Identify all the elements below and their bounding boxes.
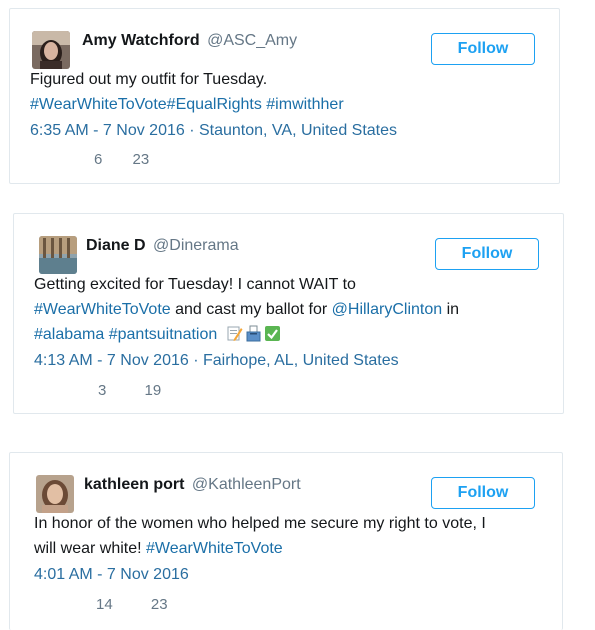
engagement-counts: 14 23 bbox=[96, 596, 168, 614]
tweet-text-line: will wear white! #WearWhiteToVote bbox=[34, 536, 538, 561]
user-handle[interactable]: @Dinerama bbox=[153, 237, 239, 254]
tweet-timestamp[interactable]: 6:35 AM - 7 Nov 2016 · Staunton, VA, Uni… bbox=[30, 121, 397, 141]
follow-button[interactable]: Follow bbox=[435, 238, 539, 270]
tweet-text-line: #WearWhiteToVote and cast my ballot for … bbox=[34, 297, 539, 322]
avatar[interactable] bbox=[32, 31, 70, 69]
user-handle[interactable]: @KathleenPort bbox=[192, 476, 301, 493]
tweet-text: In honor of the women who helped me secu… bbox=[34, 511, 538, 561]
ballot-box-icon bbox=[245, 325, 262, 342]
tweet-text-line: Getting excited for Tuesday! I cannot WA… bbox=[34, 272, 539, 297]
hashtag-link[interactable]: #WearWhiteToVote#EqualRights #imwithher bbox=[30, 96, 344, 113]
hashtag-link[interactable]: #alabama bbox=[34, 326, 104, 343]
text-run: In honor of the women who helped me secu… bbox=[34, 515, 486, 532]
tweet-text-line: #WearWhiteToVote#EqualRights #imwithher bbox=[30, 92, 535, 117]
avatar-photo-icon bbox=[39, 236, 77, 274]
engagement-counts: 6 23 bbox=[94, 151, 149, 169]
memo-pencil-icon bbox=[226, 325, 243, 342]
hashtag-link[interactable]: #WearWhiteToVote bbox=[34, 301, 171, 318]
display-name[interactable]: Amy Watchford bbox=[82, 32, 200, 49]
tweet-timestamp[interactable]: 4:13 AM - 7 Nov 2016 · Fairhope, AL, Uni… bbox=[34, 351, 399, 371]
tweet-text-line: In honor of the women who helped me secu… bbox=[34, 511, 538, 536]
like-count[interactable]: 23 bbox=[133, 151, 150, 169]
retweet-count[interactable]: 3 bbox=[98, 382, 106, 400]
text-run: will wear white! bbox=[34, 540, 147, 557]
engagement-counts: 3 19 bbox=[98, 382, 161, 400]
display-name[interactable]: kathleen port bbox=[84, 476, 184, 493]
tweet-timestamp[interactable]: 4:01 AM - 7 Nov 2016 bbox=[34, 565, 189, 585]
avatar-photo-icon bbox=[36, 475, 74, 513]
tweet-text-line: #alabama #pantsuitnation bbox=[34, 322, 539, 347]
text-run: in bbox=[442, 301, 460, 318]
text-run: Getting excited for Tuesday! I cannot WA… bbox=[34, 276, 356, 293]
follow-button[interactable]: Follow bbox=[431, 33, 535, 65]
like-count[interactable]: 19 bbox=[145, 382, 162, 400]
avatar[interactable] bbox=[36, 475, 74, 513]
tweet-text: Figured out my outfit for Tuesday. #Wear… bbox=[30, 67, 535, 117]
hashtag-link[interactable]: #pantsuitnation bbox=[109, 326, 218, 343]
author-row: Amy Watchford @ASC_Amy bbox=[82, 31, 297, 51]
author-row: Diane D @Dinerama bbox=[86, 236, 239, 256]
mention-link[interactable]: @HillaryClinton bbox=[332, 301, 443, 318]
tweet-text: Getting excited for Tuesday! I cannot WA… bbox=[34, 272, 539, 347]
display-name[interactable]: Diane D bbox=[86, 237, 146, 254]
text-run: and cast my ballot for bbox=[170, 301, 332, 318]
author-row: kathleen port @KathleenPort bbox=[84, 475, 301, 495]
tweet-card: Diane D @Dinerama Follow Getting excited… bbox=[13, 213, 564, 414]
text-run: Figured out my outfit for Tuesday. bbox=[30, 71, 268, 88]
tweet-card: Amy Watchford @ASC_Amy Follow Figured ou… bbox=[9, 8, 560, 184]
retweet-count[interactable]: 6 bbox=[94, 151, 102, 169]
user-handle[interactable]: @ASC_Amy bbox=[207, 32, 297, 49]
follow-button[interactable]: Follow bbox=[431, 477, 535, 509]
tweet-text-line: Figured out my outfit for Tuesday. bbox=[30, 67, 535, 92]
retweet-count[interactable]: 14 bbox=[96, 596, 113, 614]
avatar-photo-icon bbox=[32, 31, 70, 69]
check-mark-icon bbox=[264, 325, 281, 342]
avatar[interactable] bbox=[39, 236, 77, 274]
like-count[interactable]: 23 bbox=[151, 596, 168, 614]
tweet-card: kathleen port @KathleenPort Follow In ho… bbox=[9, 452, 563, 630]
hashtag-link[interactable]: #WearWhiteToVote bbox=[146, 540, 283, 557]
